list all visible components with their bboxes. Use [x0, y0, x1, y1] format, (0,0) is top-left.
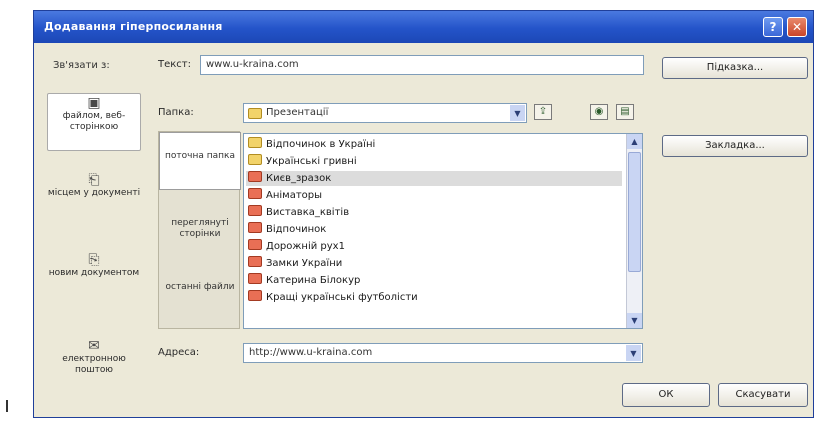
file-name: Аніматоры: [266, 190, 323, 201]
chevron-down-icon[interactable]: ▼: [510, 105, 525, 121]
folder-icon: [248, 108, 262, 119]
browsed-pages-tab[interactable]: переглянуті сторінки: [159, 218, 241, 248]
scroll-down-icon[interactable]: ▼: [627, 313, 642, 328]
link-to-new-document[interactable]: ⎘ новим документом: [47, 251, 141, 307]
presentation-file-icon: [248, 273, 262, 284]
folder-icon: [248, 154, 262, 165]
close-button[interactable]: ✕: [787, 17, 807, 37]
list-item[interactable]: Аніматоры: [246, 188, 322, 203]
link-to-place-label: місцем у документі: [47, 188, 141, 198]
email-icon: ✉: [88, 338, 100, 354]
list-item[interactable]: Відпочинок в Україні: [246, 137, 375, 152]
address-label: Адреса:: [158, 347, 200, 358]
link-to-header: Зв'язати з:: [53, 60, 110, 71]
file-list-scrollbar[interactable]: ▲ ▼: [626, 134, 642, 328]
file-name: Києв_зразок: [266, 173, 332, 184]
link-to-pane: Зв'язати з: ▣ файлом, веб-сторінкою ⎗ мі…: [47, 55, 141, 409]
file-list: Відпочинок в Україні Українські гривні К…: [243, 133, 643, 329]
folder-icon: [248, 137, 262, 148]
chevron-down-icon[interactable]: ▼: [626, 345, 641, 361]
address-input[interactable]: http://www.u-kraina.com ▼: [243, 343, 643, 363]
list-item[interactable]: Українські гривні: [246, 154, 357, 169]
dialog-title: Додавання гіперпосилання: [44, 20, 223, 33]
folder-value: Презентації: [266, 107, 329, 118]
screen-tip-button[interactable]: Підказка...: [662, 57, 808, 79]
file-name: Відпочинок в Україні: [266, 139, 376, 150]
link-to-web-page[interactable]: ▣ файлом, веб-сторінкою: [47, 93, 141, 151]
insert-hyperlink-dialog: Додавання гіперпосилання ? ✕ Зв'язати з:…: [33, 10, 814, 418]
up-one-folder-icon[interactable]: ⇪: [534, 104, 552, 120]
list-item[interactable]: Виставка_квітів: [246, 205, 349, 220]
web-page-icon: ▣: [87, 95, 101, 111]
bookmark-place-icon: ⎗: [88, 172, 100, 188]
file-name: Відпочинок: [266, 224, 327, 235]
file-name: Дорожній рух1: [266, 241, 345, 252]
folder-dropdown[interactable]: Презентації ▼: [243, 103, 527, 123]
file-name: Кращі українські футболісти: [266, 292, 418, 303]
link-to-new-document-label: новим документом: [48, 268, 140, 278]
file-name: Замки України: [266, 258, 343, 269]
link-to-email[interactable]: ✉ електронною поштою: [47, 337, 141, 393]
help-button[interactable]: ?: [763, 17, 783, 37]
presentation-file-icon: [248, 205, 262, 216]
folder-label: Папка:: [158, 107, 194, 118]
new-document-icon: ⎘: [88, 252, 100, 268]
text-label: Текст:: [158, 59, 191, 70]
presentation-file-icon: [248, 188, 262, 199]
presentation-file-icon: [248, 171, 262, 182]
title-bar: Додавання гіперпосилання ? ✕: [34, 11, 813, 43]
file-name: Українські гривні: [266, 156, 357, 167]
file-name: Виставка_квітів: [266, 207, 350, 218]
current-folder-tab[interactable]: поточна папка: [159, 132, 241, 190]
browse-web-icon[interactable]: ◉: [590, 104, 608, 120]
address-value: http://www.u-kraina.com: [249, 347, 373, 358]
text-to-display-input[interactable]: www.u-kraina.com: [200, 55, 644, 75]
link-to-email-label: електронною поштою: [62, 354, 126, 375]
cancel-button[interactable]: Скасувати: [718, 383, 808, 407]
margin-mark: [6, 400, 8, 412]
list-item[interactable]: Катерина Білокур: [246, 273, 360, 288]
scroll-thumb[interactable]: [628, 152, 641, 272]
list-item[interactable]: Замки України: [246, 256, 342, 271]
presentation-file-icon: [248, 290, 262, 301]
link-to-place-in-document[interactable]: ⎗ місцем у документі: [47, 171, 141, 227]
presentation-file-icon: [248, 222, 262, 233]
list-item[interactable]: Дорожній рух1: [246, 239, 345, 254]
look-in-pane: поточна папка переглянуті сторінки остан…: [158, 131, 241, 329]
ok-button[interactable]: ОК: [622, 383, 710, 407]
list-item[interactable]: Відпочинок: [246, 222, 326, 237]
list-item-selected[interactable]: Києв_зразок: [246, 171, 622, 186]
recent-files-tab[interactable]: останні файли: [159, 282, 241, 312]
bookmark-button[interactable]: Закладка...: [662, 135, 808, 157]
browse-file-icon[interactable]: ▤: [616, 104, 634, 120]
presentation-file-icon: [248, 239, 262, 250]
scroll-up-icon[interactable]: ▲: [627, 134, 642, 149]
list-item[interactable]: Кращі українські футболісти: [246, 290, 418, 305]
link-to-web-page-label: файлом, веб-сторінкою: [62, 111, 126, 132]
file-name: Катерина Білокур: [266, 275, 361, 286]
presentation-file-icon: [248, 256, 262, 267]
